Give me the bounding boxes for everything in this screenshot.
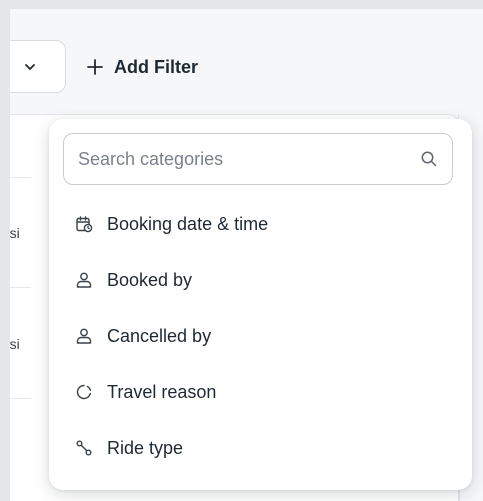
category-item-booking-date-time[interactable]: Booking date & time bbox=[49, 196, 472, 252]
window-frame-top bbox=[0, 0, 483, 9]
circle-dashed-icon bbox=[76, 384, 92, 400]
category-item-label: Booking date & time bbox=[107, 213, 269, 234]
plus-icon bbox=[87, 59, 103, 75]
category-item-travel-reason[interactable]: Travel reason bbox=[49, 364, 472, 420]
search-icon bbox=[421, 151, 437, 167]
category-list: Booking date & time Booked by Cancelled … bbox=[49, 196, 472, 476]
category-item-ride-type[interactable]: Ride type bbox=[49, 420, 472, 476]
category-item-label: Ride type bbox=[107, 437, 184, 458]
search-placeholder: Search categories bbox=[78, 148, 224, 169]
table-cell: ansi bbox=[10, 225, 20, 241]
route-icon bbox=[76, 440, 92, 456]
category-item-label: Booked by bbox=[107, 269, 193, 290]
calendar-clock-icon bbox=[76, 216, 93, 233]
table-cell: ansi bbox=[10, 336, 20, 352]
add-filter-label: Add Filter bbox=[114, 56, 198, 77]
window-frame-left bbox=[0, 0, 10, 501]
category-item-label: Travel reason bbox=[107, 381, 217, 402]
table-divider bbox=[10, 177, 31, 178]
category-item-cancelled-by[interactable]: Cancelled by bbox=[49, 308, 472, 364]
user-icon bbox=[76, 328, 92, 344]
main-canvas: Add Filter ansi ansi Search categories bbox=[10, 9, 483, 501]
filter-dropdown-button[interactable] bbox=[10, 40, 66, 93]
add-filter-button[interactable]: Add Filter bbox=[86, 53, 198, 81]
user-icon bbox=[76, 272, 92, 288]
category-item-label: Cancelled by bbox=[107, 325, 212, 346]
category-item-booked-by[interactable]: Booked by bbox=[49, 252, 472, 308]
category-menu: Search categories Booking date & time Bo… bbox=[49, 119, 472, 490]
search-categories-input[interactable]: Search categories bbox=[63, 133, 453, 185]
table-divider bbox=[10, 287, 31, 288]
chevron-down-icon bbox=[25, 64, 35, 70]
table-divider bbox=[10, 398, 31, 399]
